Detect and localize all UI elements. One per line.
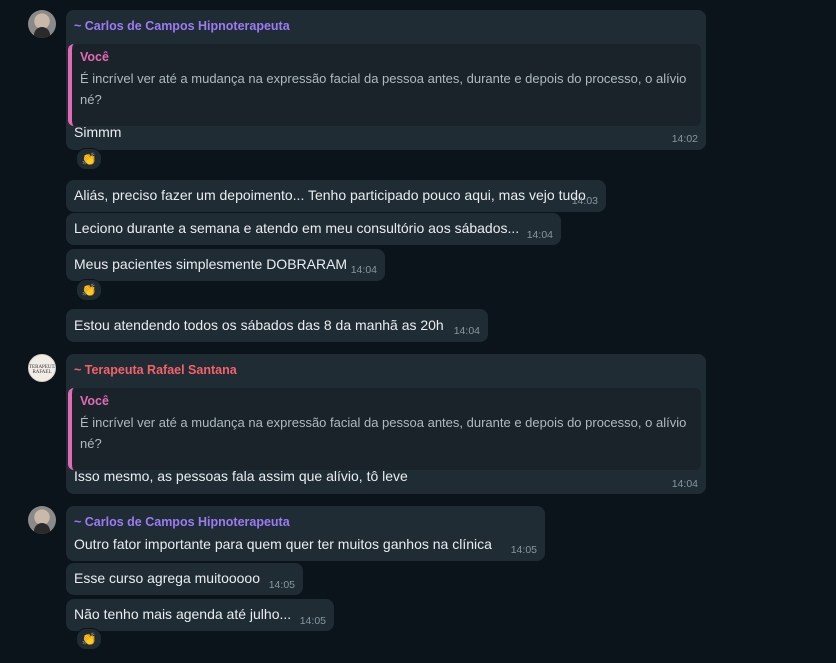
avatar-carlos[interactable]: [28, 506, 56, 534]
message-text: Leciono durante a semana e atendo em meu…: [74, 220, 520, 236]
message-bubble[interactable]: Esse curso agrega muitooooo 14:05: [66, 563, 303, 595]
sender-name[interactable]: ~ Carlos de Campos Hipnoterapeuta: [74, 19, 290, 33]
message-time: 14:05: [510, 544, 537, 556]
message-bubble[interactable]: Não tenho mais agenda até julho... 14:05: [66, 599, 334, 631]
reaction-badge[interactable]: 👏: [76, 279, 102, 301]
message-bubble[interactable]: ~ Carlos de Campos Hipnoterapeuta Outro …: [66, 506, 545, 561]
message-text: Estou atendendo todos os sábados das 8 d…: [74, 317, 444, 333]
message-text: Não tenho mais agenda até julho...: [74, 606, 292, 622]
message-text: Aliás, preciso fazer um depoimento... Te…: [74, 187, 586, 203]
chat-messages: ~ Carlos de Campos Hipnoterapeuta Você É…: [0, 0, 836, 663]
avatar-logo-text: TERAPEUTA RAFAEL: [29, 365, 56, 375]
quoted-message[interactable]: Você É incrível ver até a mudança na exp…: [68, 388, 701, 470]
sender-name[interactable]: ~ Terapeuta Rafael Santana: [74, 363, 237, 377]
message-bubble[interactable]: Meus pacientes simplesmente DOBRARAM 14:…: [66, 249, 385, 281]
message-bubble[interactable]: Estou atendendo todos os sábados das 8 d…: [66, 309, 488, 342]
sender-name[interactable]: ~ Carlos de Campos Hipnoterapeuta: [74, 515, 290, 529]
message-bubble[interactable]: ~ Carlos de Campos Hipnoterapeuta Você É…: [66, 10, 706, 150]
message-text: Meus pacientes simplesmente DOBRARAM: [74, 256, 348, 272]
clap-icon: 👏: [81, 152, 97, 166]
quoted-message[interactable]: Você É incrível ver até a mudança na exp…: [68, 44, 701, 126]
clap-icon: 👏: [81, 632, 97, 646]
avatar-rafael[interactable]: TERAPEUTA RAFAEL: [28, 354, 56, 382]
avatar-carlos[interactable]: [28, 10, 56, 38]
clap-icon: 👏: [81, 283, 97, 297]
quote-author: Você: [80, 50, 109, 64]
quote-author: Você: [80, 394, 109, 408]
message-time: 14:05: [299, 615, 326, 627]
reaction-badge[interactable]: 👏: [76, 628, 102, 650]
message-text: Simmm: [74, 124, 122, 140]
message-time: 14:03: [571, 195, 598, 207]
message-bubble[interactable]: ~ Terapeuta Rafael Santana Você É incrív…: [66, 354, 706, 494]
quote-text: É incrível ver até a mudança na expressã…: [80, 415, 687, 451]
quote-text: É incrível ver até a mudança na expressã…: [80, 71, 687, 107]
message-text: Esse curso agrega muitooooo: [74, 570, 260, 586]
message-time: 14:04: [453, 325, 480, 337]
message-bubble[interactable]: Leciono durante a semana e atendo em meu…: [66, 213, 561, 245]
message-time: 14:04: [671, 478, 698, 490]
message-time: 14:04: [526, 229, 553, 241]
message-bubble[interactable]: Aliás, preciso fazer um depoimento... Te…: [66, 180, 606, 212]
reaction-badge[interactable]: 👏: [76, 148, 102, 170]
message-time: 14:02: [671, 133, 698, 145]
message-time: 14:04: [350, 264, 377, 276]
message-text: Outro fator importante para quem quer te…: [74, 536, 492, 552]
message-text: Isso mesmo, as pessoas fala assim que al…: [74, 468, 408, 484]
message-time: 14:05: [268, 579, 295, 591]
